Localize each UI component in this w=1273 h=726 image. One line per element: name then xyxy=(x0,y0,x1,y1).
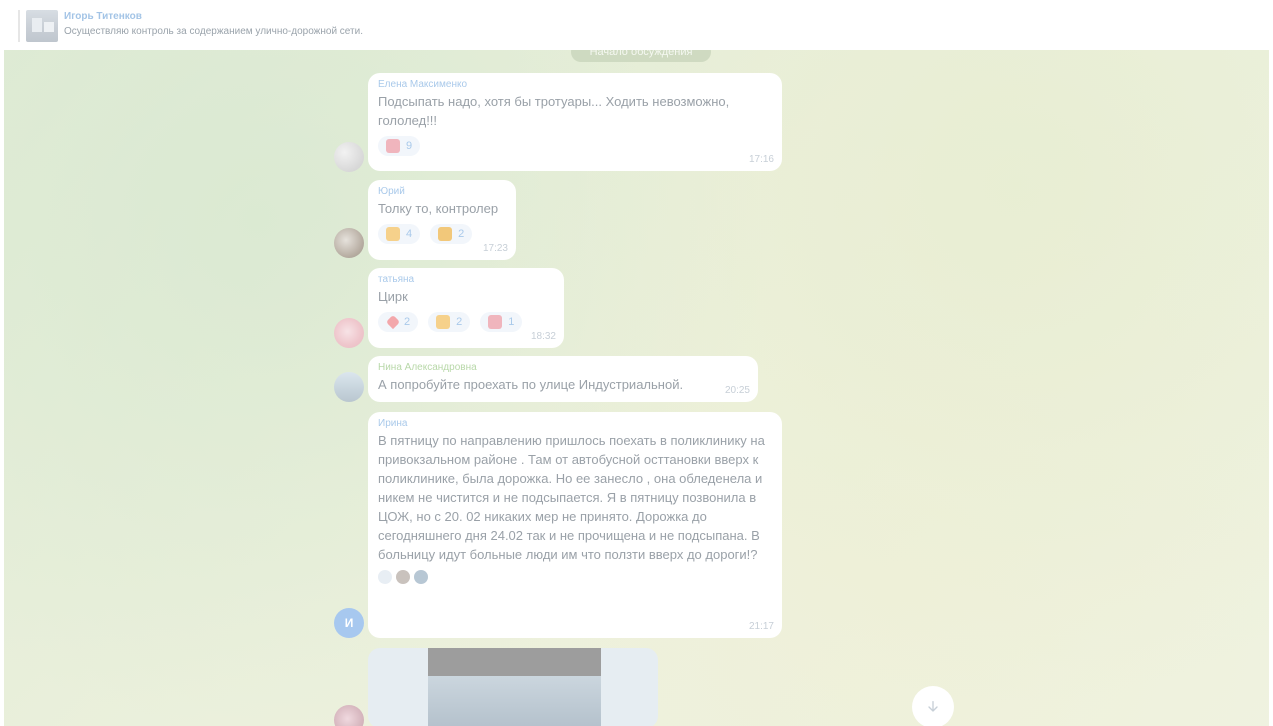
broken-heart-icon xyxy=(386,139,400,153)
message-author[interactable]: Елена Максименко xyxy=(378,79,772,90)
media-photo[interactable] xyxy=(428,676,601,726)
post-author-name[interactable]: Игорь Титенков xyxy=(64,11,142,22)
reaction[interactable]: 2 xyxy=(430,224,473,244)
message-bubble[interactable]: Юрий Толку то, контролер 4 2 17:23 xyxy=(368,180,516,260)
scroll-down-button[interactable] xyxy=(912,686,954,726)
chat-area[interactable]: Начало обсуждения Елена Максименко Подсы… xyxy=(4,50,1269,726)
reaction-avatar-icon xyxy=(396,570,410,584)
reaction-count: 2 xyxy=(404,316,411,328)
message-text: В пятницу по направлению пришлось поехат… xyxy=(378,433,765,562)
post-description: Осуществляю контроль за содержанием улич… xyxy=(64,26,363,37)
thumbs-up-icon xyxy=(436,315,451,329)
avatar[interactable] xyxy=(334,318,364,348)
avatar[interactable] xyxy=(334,142,364,172)
reaction-avatar-icon xyxy=(414,570,428,584)
reaction[interactable]: 2 xyxy=(378,312,419,332)
message-time: 17:16 xyxy=(748,154,774,165)
broken-heart-icon xyxy=(488,315,503,329)
message-time: 21:17 xyxy=(748,621,774,632)
message-author[interactable]: Юрий xyxy=(378,186,506,197)
avatar[interactable] xyxy=(334,705,364,726)
reactions: 4 2 xyxy=(378,224,506,244)
message-bubble[interactable]: татьяна Цирк 2 2 1 18:32 xyxy=(368,268,564,348)
arrow-down-icon xyxy=(928,701,938,712)
message-bubble[interactable]: Елена Максименко Подсыпать надо, хотя бы… xyxy=(368,73,782,171)
message-text: Подсыпать надо, хотя бы тротуары... Ходи… xyxy=(378,94,730,128)
reaction[interactable]: 1 xyxy=(480,312,523,332)
media-header-block xyxy=(428,648,601,676)
thumbs-down-icon xyxy=(438,227,453,241)
reaction-avatars[interactable] xyxy=(378,570,772,584)
message-bubble[interactable]: Нина Александровна А попробуйте проехать… xyxy=(368,356,758,402)
media-message[interactable] xyxy=(368,648,658,726)
reaction-count: 1 xyxy=(508,316,515,328)
message-author[interactable]: татьяна xyxy=(378,274,554,285)
reaction-count: 9 xyxy=(406,140,413,152)
heart-icon xyxy=(385,314,401,330)
discussion-header: Игорь Титенков Осуществляю контроль за с… xyxy=(0,0,1273,50)
discussion-start-chip: Начало обсуждения xyxy=(571,50,711,62)
avatar[interactable] xyxy=(334,372,364,402)
message-time: 20:25 xyxy=(724,385,750,396)
reaction[interactable]: 9 xyxy=(378,136,421,156)
avatar[interactable] xyxy=(334,228,364,258)
avatar[interactable]: И xyxy=(334,608,364,638)
message-author[interactable]: Ирина xyxy=(378,418,772,429)
message-text: Толку то, контролер xyxy=(378,201,499,216)
message-text: А попробуйте проехать по улице Индустриа… xyxy=(378,377,684,392)
reaction-count: 2 xyxy=(458,228,465,240)
reaction[interactable]: 4 xyxy=(378,224,421,244)
reactions: 2 2 1 xyxy=(378,312,554,332)
avatar-letter: И xyxy=(344,616,354,630)
header-accent-bar xyxy=(18,10,20,42)
reaction-count: 4 xyxy=(406,228,413,240)
message-time: 17:23 xyxy=(482,243,508,254)
message-time: 18:32 xyxy=(530,331,556,342)
message-text: Цирк xyxy=(378,289,408,304)
message-author[interactable]: Нина Александровна xyxy=(378,362,748,373)
thumbs-up-icon xyxy=(386,227,400,241)
reaction[interactable]: 2 xyxy=(428,312,471,332)
reactions: 9 xyxy=(378,136,772,156)
reaction-avatar-icon xyxy=(378,570,392,584)
message-bubble[interactable]: Ирина В пятницу по направлению пришлось … xyxy=(368,412,782,638)
reaction-count: 2 xyxy=(456,316,463,328)
post-thumbnail[interactable] xyxy=(26,10,58,42)
